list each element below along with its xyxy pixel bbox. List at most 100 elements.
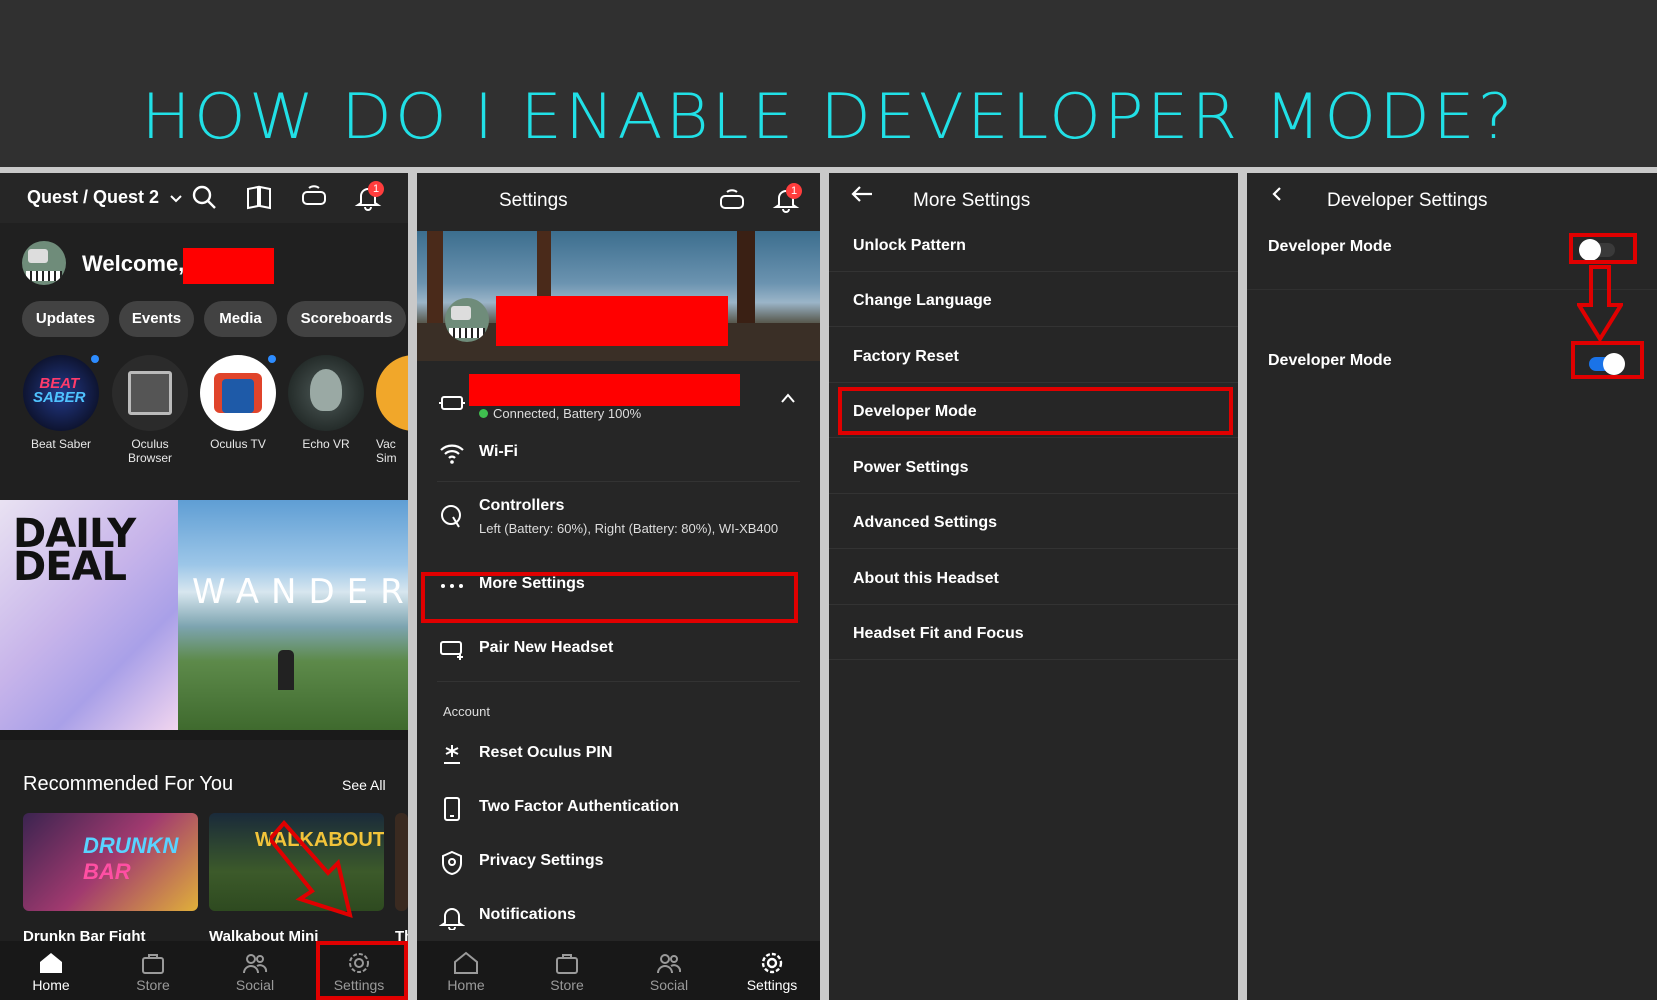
daily-deal-card[interactable]: DAILY DEAL [0, 500, 178, 730]
search-icon[interactable] [190, 183, 218, 211]
chip-scoreboards[interactable]: Scoreboards [287, 301, 406, 337]
nav-label: Home [447, 977, 485, 993]
recommended-heading: Recommended For You [23, 773, 234, 795]
nav-store[interactable]: Store [112, 941, 194, 1000]
rec-card-drunkn-bar-fight[interactable]: DRUNKN BAR [23, 813, 198, 911]
library-icon[interactable] [245, 183, 273, 211]
nav-social[interactable]: Social [628, 941, 710, 1000]
gear-icon [761, 952, 783, 974]
nav-settings[interactable]: Settings [730, 941, 814, 1000]
app-echo-vr[interactable]: Echo VR [288, 355, 364, 451]
redacted-username [183, 248, 274, 284]
status-dot [479, 409, 488, 418]
nav-label: Settings [746, 977, 798, 993]
chip-events[interactable]: Events [119, 301, 194, 337]
chip-updates[interactable]: Updates [22, 301, 109, 337]
cast-icon[interactable] [300, 183, 328, 211]
app-label: Vac Sim [376, 437, 397, 465]
menu-item-power-settings[interactable]: Power Settings [853, 459, 969, 477]
app-oculus-tv[interactable]: Oculus TV [200, 355, 276, 451]
nav-label: Store [550, 977, 584, 993]
menu-item-unlock-pattern[interactable]: Unlock Pattern [853, 237, 966, 255]
row-label: Two Factor Authentication [479, 798, 679, 815]
developer-mode-label-on: Developer Mode [1268, 352, 1392, 369]
social-icon [657, 954, 682, 974]
drunkn-logo-art: DRUNKN BAR [83, 833, 179, 884]
settings-screen: Settings 1 Connected, Battery 100% Wi-Fi… [417, 173, 820, 1000]
highlight-toggle-off [1569, 233, 1637, 264]
highlight-more-settings [421, 572, 798, 623]
divider [829, 271, 1238, 272]
wander-title: WANDER [192, 572, 408, 612]
row-notifications[interactable]: Notifications [417, 890, 820, 944]
cast-icon[interactable] [718, 187, 746, 215]
highlight-toggle-on [1571, 341, 1644, 379]
app-oculus-browser[interactable]: Oculus Browser [112, 355, 188, 465]
panel-separator [820, 173, 829, 1000]
headset-icon [439, 396, 465, 410]
rec-card-partial[interactable] [395, 813, 408, 911]
device-status: Connected, Battery 100% [493, 406, 642, 421]
chip-media[interactable]: Media [204, 301, 277, 337]
panel-separator [1238, 173, 1247, 1000]
row-sublabel: Left (Battery: 60%), Right (Battery: 80%… [479, 521, 779, 536]
nav-label: Social [235, 977, 275, 993]
headset-selector-label: Quest / Quest 2 [27, 187, 160, 207]
row-pair-headset[interactable]: Pair New Headset [417, 623, 820, 677]
highlight-settings-tab [316, 941, 408, 1000]
nav-label: Social [649, 977, 689, 993]
row-controllers[interactable]: Controllers Left (Battery: 60%), Right (… [417, 481, 820, 551]
home-screen: Quest / Quest 2 1 Welcome, Updates Event… [0, 173, 408, 1000]
row-label: Controllers [479, 497, 565, 514]
social-icon [243, 954, 268, 974]
app-label: Echo VR [302, 437, 350, 451]
divider [829, 437, 1238, 438]
menu-item-headset-fit[interactable]: Headset Fit and Focus [853, 625, 1024, 643]
row-label: Privacy Settings [479, 852, 604, 869]
bell-icon [439, 908, 465, 930]
nav-home[interactable]: Home [10, 941, 92, 1000]
down-arrow-icon [1577, 265, 1623, 341]
echo-vr-icon [288, 355, 364, 431]
browser-icon [112, 355, 188, 431]
menu-item-factory-reset[interactable]: Factory Reset [853, 348, 959, 366]
app-beat-saber[interactable]: BEAT SABER Beat Saber [23, 355, 99, 451]
home-icon [454, 951, 478, 974]
welcome-text: Welcome, [82, 251, 185, 276]
app-vac-sim[interactable]: Vac Sim [376, 355, 408, 465]
chevron-up-icon[interactable] [781, 393, 795, 403]
menu-item-change-language[interactable]: Change Language [853, 292, 992, 310]
divider [829, 493, 1238, 494]
nav-home[interactable]: Home [425, 941, 507, 1000]
back-arrow-icon[interactable] [850, 185, 874, 203]
row-wifi[interactable]: Wi-Fi [417, 427, 820, 481]
row-privacy[interactable]: Privacy Settings [417, 836, 820, 890]
more-settings-title: More Settings [913, 190, 1031, 211]
vacation-sim-icon [376, 355, 408, 431]
title-banner: HOW DO I ENABLE DEVELOPER MODE? [0, 0, 1657, 168]
avatar[interactable] [22, 241, 66, 285]
more-settings-screen: More Settings Unlock Pattern Change Lang… [829, 173, 1238, 1000]
row-two-factor[interactable]: Two Factor Authentication [417, 782, 820, 836]
chevron-down-icon [170, 195, 182, 203]
menu-item-advanced-settings[interactable]: Advanced Settings [853, 514, 997, 532]
account-section-label: Account [443, 704, 490, 719]
bottom-nav: Home Store Social Settings [417, 941, 820, 1000]
wifi-icon [440, 444, 464, 464]
panel-separator [408, 173, 417, 1000]
nav-social[interactable]: Social [214, 941, 296, 1000]
see-all-link[interactable]: See All [342, 777, 386, 793]
daily-deal-text: DAILY DEAL [13, 511, 136, 590]
developer-settings-screen: Developer Settings Developer Mode Develo… [1247, 173, 1657, 1000]
wander-card[interactable]: WANDER [178, 500, 408, 730]
nav-store[interactable]: Store [526, 941, 608, 1000]
row-label: Reset Oculus PIN [479, 744, 613, 761]
app-label: Oculus Browser [127, 437, 172, 465]
back-chevron-icon[interactable] [1271, 186, 1283, 202]
headset-selector[interactable]: Quest / Quest 2 [27, 187, 182, 208]
row-reset-pin[interactable]: Reset Oculus PIN [417, 728, 820, 782]
redacted-device-name [469, 374, 740, 406]
settings-title: Settings [499, 190, 568, 211]
row-label: Wi-Fi [479, 443, 518, 460]
menu-item-about-headset[interactable]: About this Headset [853, 570, 999, 588]
